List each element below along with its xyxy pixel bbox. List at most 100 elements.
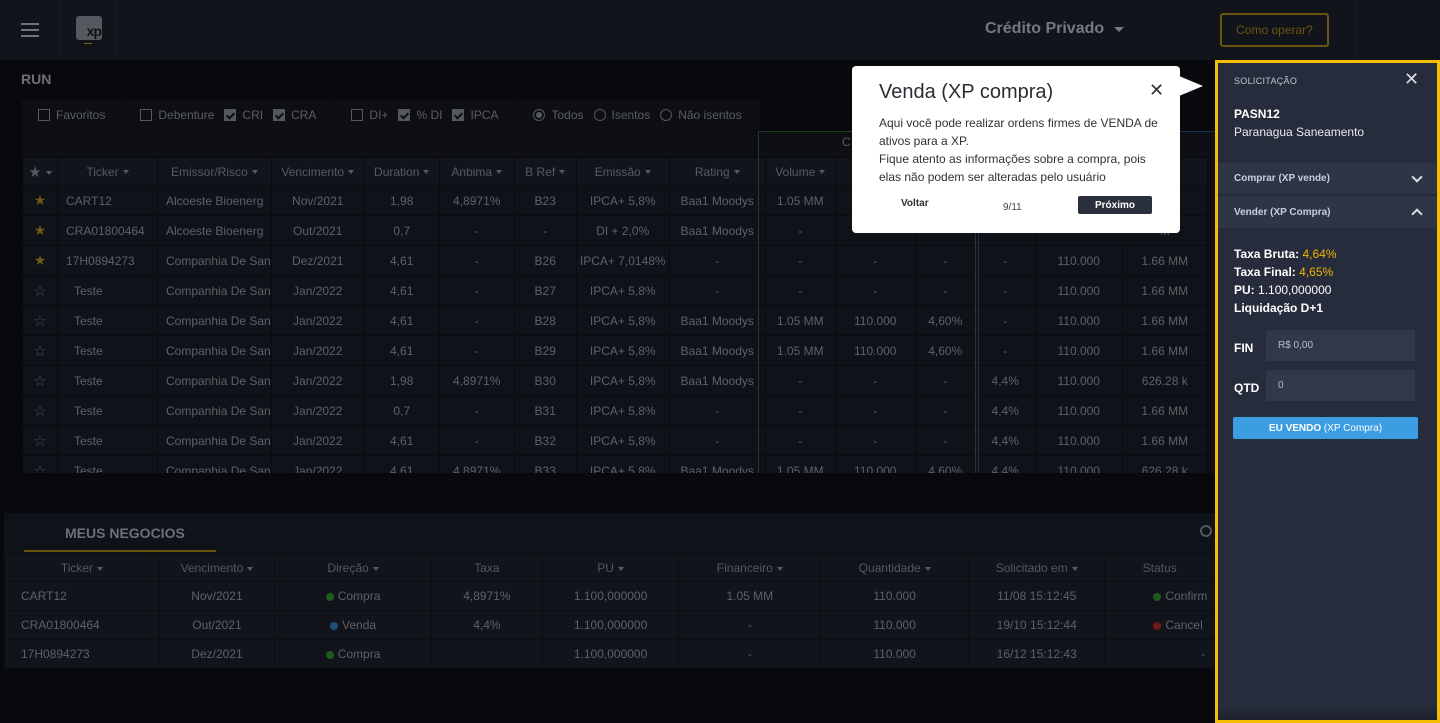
column-header[interactable]: Status [1104,554,1215,582]
favorite-cell[interactable]: ☆ [22,455,58,474]
filter-ipca[interactable]: IPCA [452,108,498,122]
how-to-operate-button[interactable]: Como operar? [1220,13,1329,47]
product-selector[interactable]: Crédito Privado [985,20,1125,38]
table-row[interactable]: ★ 17H0894273 Companhia De San Dez/2021 4,61-… [22,245,1208,276]
cell-c5: 110.000 [1034,305,1123,336]
column-header[interactable]: Ticker [4,554,160,582]
column-header[interactable]: Direção [274,554,433,582]
filter-percent-di[interactable]: % DI [398,108,442,122]
column-header[interactable]: Emissão [575,157,670,186]
cell-c2: - [834,275,916,306]
menu-button[interactable] [0,0,60,60]
radio-isentos[interactable]: Isentos [593,108,650,122]
checkbox-checked[interactable] [398,109,411,121]
checkbox-checked[interactable] [452,109,465,121]
cell-c6: 626.28 k [1121,365,1208,396]
star-filled-icon[interactable]: ★ [34,222,47,238]
favorite-cell[interactable]: ☆ [22,335,58,366]
tour-next-button[interactable]: Próximo [1078,196,1152,214]
table-row[interactable]: 17H0894273 Dez/2021 Compra 1.100,000000-110… [4,639,1215,669]
cell-direcao: Venda [274,610,433,640]
table-row[interactable]: ☆ Teste Companhia De San Jan/2022 4,61- B27 IP… [22,275,1208,306]
cell-c2: 110.000 [834,305,916,336]
column-header-label: Direção [327,561,369,575]
checkbox[interactable] [351,109,364,121]
cell-bref: B28 [513,305,577,336]
checkbox[interactable] [140,109,153,121]
column-header[interactable]: Financeiro [678,554,822,582]
star-outline-icon[interactable]: ☆ [33,373,46,390]
favorite-cell[interactable]: ☆ [22,425,58,456]
caret-down-icon [45,171,52,176]
checkbox-checked[interactable] [273,109,286,121]
star-outline-icon[interactable]: ☆ [33,433,46,450]
filter-debenture[interactable]: Debenture [140,108,214,122]
radio-todos[interactable]: Todos [533,108,584,122]
radio-nao-isentos[interactable]: Não isentos [660,108,742,122]
column-header[interactable]: PU [541,554,680,582]
qtd-input[interactable] [1266,370,1415,401]
radio[interactable] [593,109,606,121]
column-header[interactable]: Quantidade [820,554,970,582]
column-header[interactable]: Ticker [57,157,158,186]
filter-cra[interactable]: CRA [273,108,316,122]
favorite-cell[interactable]: ☆ [22,305,58,336]
column-header[interactable]: Anbima [438,157,515,186]
column-header[interactable]: Solicitado em [968,554,1106,582]
column-header-favorite[interactable]: ★ [22,157,58,186]
column-header[interactable]: B Ref [513,157,577,186]
tour-back-button[interactable]: Voltar [901,198,929,209]
star-filled-icon[interactable]: ★ [34,192,47,208]
sell-button[interactable]: EU VENDO (XP Compra) [1233,417,1418,439]
table-row[interactable]: ☆ Teste Companhia De San Jan/2022 4.61 4.8971… [22,455,1208,474]
table-row[interactable]: ☆ Teste Companhia De San Jan/2022 4,61- B29 IP… [22,335,1208,366]
column-header[interactable]: Duration [363,157,440,186]
table-row[interactable]: CART12 Nov/2021 Compra 4,8971% 1.100,000000 1… [4,581,1215,611]
column-header-label: Volume [775,164,816,179]
table-row[interactable]: CRA01800464 Out/2021 Venda 4,4% 1.100,000000… [4,610,1215,640]
star-outline-icon[interactable]: ☆ [33,403,46,420]
checkbox[interactable] [38,109,50,121]
filter-cri[interactable]: CRI [224,108,263,122]
favorite-cell[interactable]: ★ [22,215,58,246]
column-header[interactable]: Emissor/Risco [157,157,272,186]
cell-c4: 4,4% [974,395,1036,426]
radio-selected[interactable] [533,109,546,121]
column-header[interactable]: Volume [764,157,836,186]
fin-input[interactable] [1266,330,1415,361]
accordion-sell[interactable]: Vender (XP Compra) [1218,196,1437,228]
table-row[interactable]: ☆ Teste Companhia De San Jan/2022 0,7- B31 IPC… [22,395,1208,426]
accordion-buy[interactable]: Comprar (XP vende) [1218,163,1437,195]
star-outline-icon[interactable]: ☆ [33,313,46,330]
tab-my-trades[interactable]: MEUS NEGOCIOS [65,525,185,541]
close-icon[interactable]: ✕ [1404,69,1419,90]
table-row[interactable]: ☆ Teste Companhia De San Jan/2022 1,98 4,8971… [22,365,1208,396]
favorite-cell[interactable]: ☆ [22,275,58,306]
column-header[interactable]: Vencimento [158,554,276,582]
close-icon[interactable]: ✕ [1149,80,1164,101]
star-filled-icon[interactable]: ★ [34,252,47,268]
caret-down-icon [1071,566,1078,571]
hamburger-icon [20,29,39,31]
favorite-cell[interactable]: ★ [22,245,58,276]
table-row[interactable]: ☆ Teste Companhia De San Jan/2022 4,61- B28 IP… [22,305,1208,336]
favorite-cell[interactable]: ☆ [22,395,58,426]
cell-c1: 1.05 MM [764,305,836,336]
column-header[interactable]: Vencimento [270,157,365,186]
star-outline-icon[interactable]: ☆ [33,343,46,360]
radio[interactable] [660,109,673,121]
favorite-cell[interactable]: ☆ [22,365,58,396]
cell-c5: 110.000 [1034,455,1123,473]
filter-favoritos[interactable]: Favoritos [38,108,105,122]
star-outline-icon[interactable]: ☆ [33,283,46,300]
table-row[interactable]: ☆ Teste Companhia De San Jan/2022 4,61- B32 IP… [22,425,1208,456]
column-header[interactable]: Taxa [431,554,543,582]
star-outline-icon[interactable]: ☆ [33,463,46,474]
chevron-down-icon [1114,26,1125,32]
caret-down-icon [97,566,104,571]
search-icon[interactable] [1200,525,1212,537]
favorite-cell[interactable]: ★ [22,185,58,216]
column-header[interactable]: Rating [668,157,766,186]
checkbox-checked[interactable] [224,109,237,121]
filter-di-plus[interactable]: DI+ [351,108,388,122]
